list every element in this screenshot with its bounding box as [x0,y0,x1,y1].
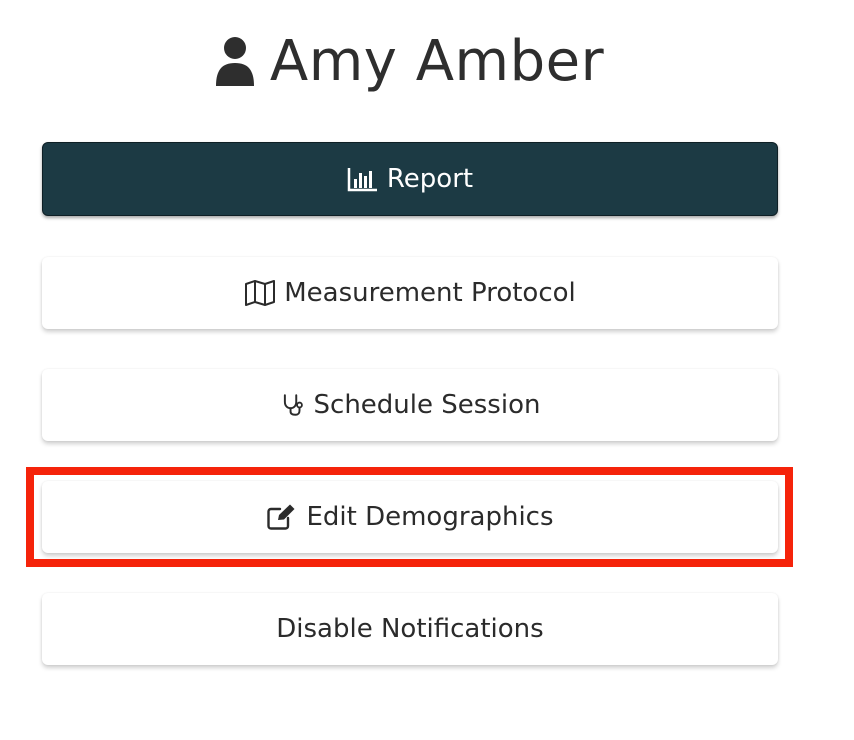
report-button[interactable]: Report [42,142,778,216]
disable-notifications-button[interactable]: Disable Notifications [42,593,778,665]
schedule-session-button[interactable]: Schedule Session [42,369,778,441]
schedule-session-label: Schedule Session [313,390,541,420]
patient-name: Amy Amber [269,28,605,94]
patient-actions-page: Amy Amber Report Measurement Protocol Sc… [0,0,854,740]
map-icon [245,280,276,306]
report-button-label: Report [386,164,474,194]
edit-demographics-label: Edit Demographics [306,502,554,532]
edit-icon [267,504,295,530]
user-icon [215,37,254,86]
bar-chart-icon [347,168,377,192]
disable-notifications-label: Disable Notifications [276,614,544,644]
patient-header: Amy Amber [0,22,818,100]
edit-demographics-button[interactable]: Edit Demographics [42,481,778,553]
stethoscope-icon [283,394,303,416]
measurement-protocol-button[interactable]: Measurement Protocol [42,257,778,329]
measurement-protocol-label: Measurement Protocol [284,278,576,308]
